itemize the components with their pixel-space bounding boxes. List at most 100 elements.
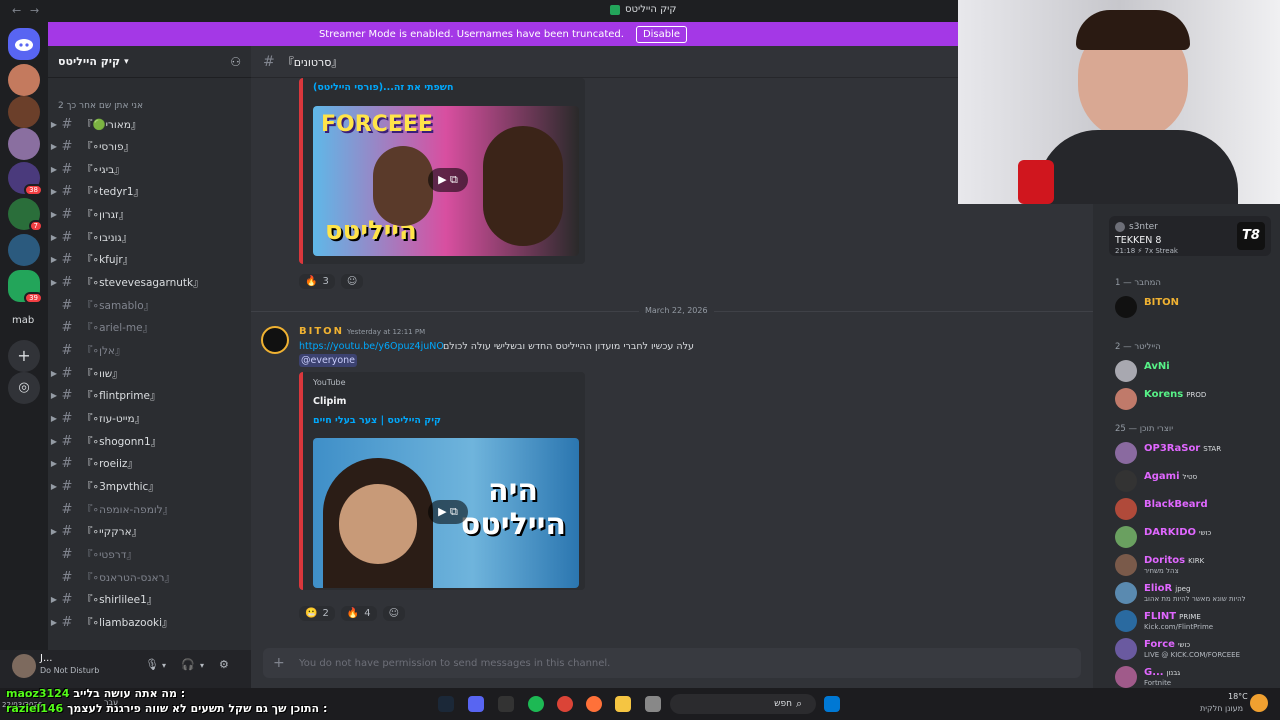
channel-item[interactable]: ▶ # 『∘ביגי』 <box>48 159 251 179</box>
steam-icon[interactable] <box>438 696 454 712</box>
disable-button[interactable]: Disable <box>635 25 688 43</box>
chevron-right-icon[interactable]: ▶ <box>48 165 60 174</box>
chevron-right-icon[interactable]: ▶ <box>48 278 60 287</box>
obs-icon[interactable] <box>498 696 514 712</box>
server-icon[interactable] <box>8 234 40 266</box>
member-item[interactable]: AvNi <box>1115 358 1275 384</box>
channel-item[interactable]: # 『∘ariel-me』 <box>48 318 251 338</box>
play-icon[interactable]: ▶ ⧉ <box>428 168 468 192</box>
channel-item[interactable]: ▶ # 『∘שוו』 <box>48 363 251 383</box>
settings-gear-icon[interactable]: ⚙ <box>219 658 229 671</box>
chevron-down-icon[interactable]: ▾ <box>200 661 204 670</box>
server-icon-active[interactable]: 39 <box>8 270 43 304</box>
author-avatar[interactable] <box>261 326 289 354</box>
server-label[interactable]: mab <box>12 315 34 326</box>
firefox-icon[interactable] <box>586 696 602 712</box>
chevron-right-icon[interactable]: ▶ <box>48 527 60 536</box>
member-item[interactable]: BITON <box>1115 294 1275 320</box>
chevron-right-icon[interactable]: ▶ <box>48 233 60 242</box>
embed-title[interactable]: Clipim <box>313 396 346 407</box>
chevron-right-icon[interactable]: ▶ <box>48 437 60 446</box>
channel-item[interactable]: ▶ # 『∘tedyr1』 <box>48 182 251 202</box>
channel-item[interactable]: ▶ # 『∘kfujr』 <box>48 250 251 270</box>
server-icon[interactable]: 7 <box>8 198 43 232</box>
channel-item[interactable]: ▶ # 『∘פורסי』 <box>48 137 251 157</box>
channel-item[interactable]: ▶ # 『∘flintprime』 <box>48 386 251 406</box>
chevron-right-icon[interactable]: ▶ <box>48 142 60 151</box>
channel-item[interactable]: ▶ # 『∘גוניבו』 <box>48 227 251 247</box>
category-label[interactable]: אני אתן שם אחר כך 2 <box>58 101 143 111</box>
reaction-grimace[interactable]: 😬 2 <box>299 606 335 621</box>
chevron-right-icon[interactable]: ▶ <box>48 459 60 468</box>
app-icon[interactable] <box>645 696 661 712</box>
chevron-right-icon[interactable]: ▶ <box>48 210 60 219</box>
microphone-icon[interactable]: 🎙 <box>145 658 159 671</box>
chevron-right-icon[interactable]: ▶ <box>48 391 60 400</box>
server-icon[interactable] <box>8 96 40 128</box>
embed-link[interactable]: חשפתי את זה...(פורסי הייליטס) <box>313 82 454 93</box>
video-thumbnail[interactable]: היה הייליטס ▶ ⧉ <box>313 438 579 588</box>
channel-item[interactable]: # 『∘אלן』 <box>48 341 251 361</box>
member-item[interactable]: FLINT PRIME Kick.com/FlintPrime <box>1115 608 1275 634</box>
spotify-icon[interactable] <box>528 696 544 712</box>
message-link[interactable]: https://youtu.be/y6Opuz4juNO <box>299 341 444 352</box>
channel-item[interactable]: ▶ # 『🟢מאורי』 <box>48 114 251 134</box>
back-icon[interactable]: ← <box>12 4 21 17</box>
channel-item[interactable]: ▶ # 『∘מייט-עוז』 <box>48 408 251 428</box>
member-item[interactable]: ElioR jpeg להיות שונא מאשר להיות מת אהוב <box>1115 580 1275 606</box>
server-icon[interactable] <box>8 64 40 96</box>
mention-everyone[interactable]: @everyone <box>299 354 358 367</box>
now-playing-card[interactable]: s3nter TEKKEN 8 21:18 ⚡ 7x Streak T8 <box>1109 216 1271 256</box>
member-item[interactable]: Agami סטיל <box>1115 468 1275 494</box>
file-explorer-icon[interactable] <box>615 696 631 712</box>
chevron-right-icon[interactable]: ▶ <box>48 595 60 604</box>
server-icon[interactable]: 38 <box>8 162 43 196</box>
chrome-icon[interactable] <box>557 696 573 712</box>
channel-item[interactable]: ▶ # 『∘liambazooki』 <box>48 612 251 632</box>
embed-link[interactable]: קיק הייליטס | צער בעלי חיים <box>313 415 441 426</box>
channel-item[interactable]: # 『∘ראנס-הטראנס』 <box>48 567 251 587</box>
channel-item[interactable]: # 『∘לומפה-אומפה』 <box>48 499 251 519</box>
taskbar-search[interactable]: חפש <box>670 694 816 714</box>
chevron-right-icon[interactable]: ▶ <box>48 187 60 196</box>
member-item[interactable]: Korens PROD <box>1115 386 1275 412</box>
headphones-icon[interactable]: 🎧 <box>181 658 195 671</box>
plus-icon[interactable]: + <box>273 655 285 671</box>
channel-item[interactable]: ▶ # 『∘shirlilee1』 <box>48 590 251 610</box>
reaction-fire[interactable]: 🔥 3 <box>299 274 335 289</box>
video-thumbnail[interactable]: FORCEEE הייליטס ▶ ⧉ <box>313 106 579 256</box>
message-composer[interactable]: + You do not have permission to send mes… <box>263 648 1081 678</box>
windows-start-icon[interactable] <box>824 696 840 712</box>
member-item[interactable]: BlackBeard <box>1115 496 1275 522</box>
add-member-icon[interactable]: ⚇ <box>230 55 241 69</box>
chevron-right-icon[interactable]: ▶ <box>48 618 60 627</box>
weather-temp[interactable]: 18°C <box>1228 692 1248 701</box>
member-item[interactable]: OP3RaSor STAR <box>1115 440 1275 466</box>
chevron-right-icon[interactable]: ▶ <box>48 482 60 491</box>
add-reaction-icon[interactable]: ☺ <box>382 606 406 621</box>
embed-provider[interactable]: YouTube <box>313 378 346 387</box>
add-server-icon[interactable]: + <box>8 340 40 372</box>
chevron-down-icon[interactable]: ▾ <box>162 661 166 670</box>
server-icon[interactable] <box>8 128 40 160</box>
chevron-right-icon[interactable]: ▶ <box>48 369 60 378</box>
member-item[interactable]: Force כושי LIVE @ KICK.COM/FORCEEE <box>1115 636 1275 662</box>
channel-item[interactable]: ▶ # 『∘ארקקיי』 <box>48 522 251 542</box>
chevron-right-icon[interactable]: ▶ <box>48 414 60 423</box>
add-reaction-icon[interactable]: ☺ <box>340 274 364 289</box>
channel-item[interactable]: ▶ # 『∘roeiiz』 <box>48 454 251 474</box>
channel-item[interactable]: ▶ # 『∘shogonn1』 <box>48 431 251 451</box>
channel-item[interactable]: ▶ # 『∘זגרון』 <box>48 205 251 225</box>
channel-item[interactable]: ▶ # 『∘3mpvthic』 <box>48 476 251 496</box>
forward-icon[interactable]: → <box>30 4 39 17</box>
play-icon[interactable]: ▶ ⧉ <box>428 500 468 524</box>
member-item[interactable]: DARKIDO כושי <box>1115 524 1275 550</box>
chevron-right-icon[interactable]: ▶ <box>48 255 60 264</box>
channel-item[interactable]: # 『∘samablo』 <box>48 295 251 315</box>
reaction-fire[interactable]: 🔥 4 <box>340 606 377 621</box>
explore-icon[interactable]: ◎ <box>8 372 40 404</box>
channel-item[interactable]: # 『∘דרפטי』 <box>48 544 251 564</box>
guild-header[interactable]: קיק הייליטס ▾ ⚇ <box>48 46 251 78</box>
member-item[interactable]: Doritos KIRK צהל משחיר <box>1115 552 1275 578</box>
member-item[interactable]: G... גבנון Fortnite <box>1115 664 1275 688</box>
